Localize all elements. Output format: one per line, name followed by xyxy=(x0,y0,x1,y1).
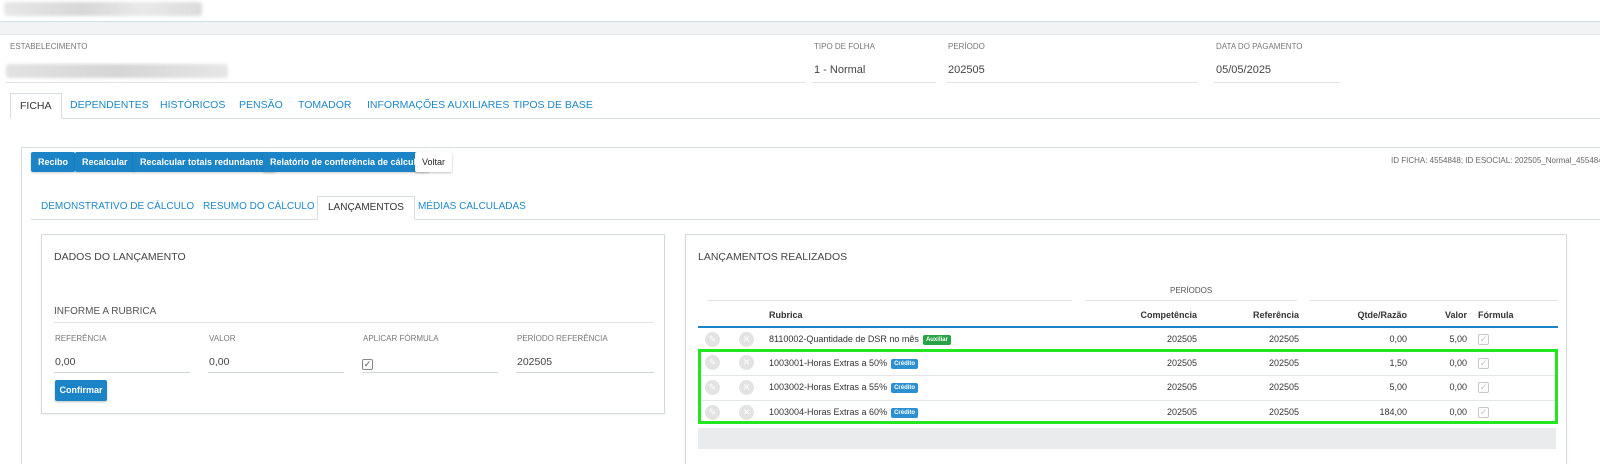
table-header-underline xyxy=(698,326,1558,328)
tab-demonstrativo-calculo[interactable]: DEMONSTRATIVO DE CÁLCULO xyxy=(41,196,194,220)
header-right-line xyxy=(1310,300,1558,301)
voltar-button[interactable]: Voltar xyxy=(415,152,453,172)
col-qtde-razao: Qtde/Razão xyxy=(1357,310,1407,320)
col-formula: Fórmula xyxy=(1478,310,1514,320)
dados-lancamento-title: DADOS DO LANÇAMENTO xyxy=(54,251,186,263)
tab-pensao[interactable]: PENSÃO xyxy=(239,93,283,119)
aplicar-formula-label: APLICAR FÓRMULA xyxy=(363,334,439,343)
informe-rubrica-title: INFORME A RUBRICA xyxy=(54,306,157,317)
tipo-folha-underline xyxy=(812,82,936,83)
periodos-group-header: PERÍODOS xyxy=(1170,286,1213,295)
row-valor: 5,00 xyxy=(1449,334,1467,344)
tab-ficha[interactable]: FICHA xyxy=(10,93,62,119)
table-row-rubrica: 8110002-Quantidade de DSR no mês Auxiliar xyxy=(769,334,951,345)
redacted-establishment-value xyxy=(6,64,228,78)
valor-label: VALOR xyxy=(209,334,236,343)
establishment-underline xyxy=(6,82,806,83)
recibo-button[interactable]: Recibo xyxy=(31,152,76,172)
aplicar-formula-underline xyxy=(362,372,498,373)
tab-informacoes-auxiliares[interactable]: INFORMAÇÕES AUXILIARES xyxy=(367,93,509,119)
tipo-folha-label: TIPO DE FOLHA xyxy=(814,42,875,51)
relatorio-conferencia-button[interactable]: Relatório de conferência de cálculo xyxy=(263,152,429,172)
col-referencia: Referência xyxy=(1252,310,1299,320)
periodo-label: PERÍODO xyxy=(948,42,985,51)
referencia-input[interactable]: 0,00 xyxy=(55,356,75,368)
edit-icon[interactable]: ✎ xyxy=(705,332,720,347)
auxiliar-badge: Auxiliar xyxy=(922,334,951,345)
row-competencia: 202505 xyxy=(1166,334,1197,344)
valor-input[interactable]: 0,00 xyxy=(209,356,229,368)
periodo-value: 202505 xyxy=(948,64,985,76)
confirmar-button[interactable]: Confirmar xyxy=(55,380,107,401)
col-competencia: Competência xyxy=(1140,310,1197,320)
tab-tipos-de-base[interactable]: TIPOS DE BASE xyxy=(513,93,593,119)
referencia-label: REFERÊNCIA xyxy=(55,334,107,343)
periodo-referencia-input[interactable]: 202505 xyxy=(517,356,552,368)
periodo-referencia-underline xyxy=(516,372,654,373)
recalcular-button[interactable]: Recalcular xyxy=(75,152,135,172)
periodos-group-line xyxy=(1085,300,1297,301)
recalcular-totais-button[interactable]: Recalcular totais redundantes xyxy=(133,152,276,172)
col-rubrica: Rubrica xyxy=(769,310,803,320)
tab-dependentes[interactable]: DEPENDENTES xyxy=(70,93,149,119)
tab-lancamentos[interactable]: LANÇAMENTOS xyxy=(317,196,415,220)
valor-underline xyxy=(208,372,344,373)
tab-resumo-calculo[interactable]: RESUMO DO CÁLCULO xyxy=(203,196,315,220)
top-bar xyxy=(0,0,1600,22)
row-qtde: 0,00 xyxy=(1389,334,1407,344)
row-referencia: 202505 xyxy=(1268,334,1299,344)
periodo-underline xyxy=(946,82,1198,83)
highlight-box xyxy=(698,349,1558,424)
referencia-underline xyxy=(54,372,190,373)
tipo-folha-value: 1 - Normal xyxy=(814,64,866,76)
rubrica-text: 8110002-Quantidade de DSR no mês xyxy=(769,334,919,344)
col-valor: Valor xyxy=(1444,310,1467,320)
table-footer xyxy=(698,428,1556,449)
informe-rubrica-divider xyxy=(54,322,654,323)
redacted-page-title xyxy=(4,2,202,16)
formula-checkbox: ✓ xyxy=(1478,334,1489,345)
lancamentos-realizados-title: LANÇAMENTOS REALIZADOS xyxy=(698,251,848,263)
data-pagamento-underline xyxy=(1214,82,1340,83)
data-pagamento-value: 05/05/2025 xyxy=(1216,64,1272,76)
delete-icon[interactable]: ✕ xyxy=(739,332,754,347)
establishment-label: ESTABELECIMENTO xyxy=(10,42,88,51)
tab-medias-calculadas[interactable]: MÉDIAS CALCULADAS xyxy=(418,196,526,220)
tab-tomador[interactable]: TOMADOR xyxy=(298,93,351,119)
tab-historicos[interactable]: HISTÓRICOS xyxy=(160,93,225,119)
periodo-referencia-label: PERÍODO REFERÊNCIA xyxy=(517,334,608,343)
id-ficha-info: ID FICHA: 4554848; ID ESOCIAL: 202505_No… xyxy=(1391,156,1600,165)
data-pagamento-label: DATA DO PAGAMENTO xyxy=(1216,42,1303,51)
aplicar-formula-checkbox[interactable]: ✓ xyxy=(362,359,373,370)
header-left-line xyxy=(708,300,1072,301)
